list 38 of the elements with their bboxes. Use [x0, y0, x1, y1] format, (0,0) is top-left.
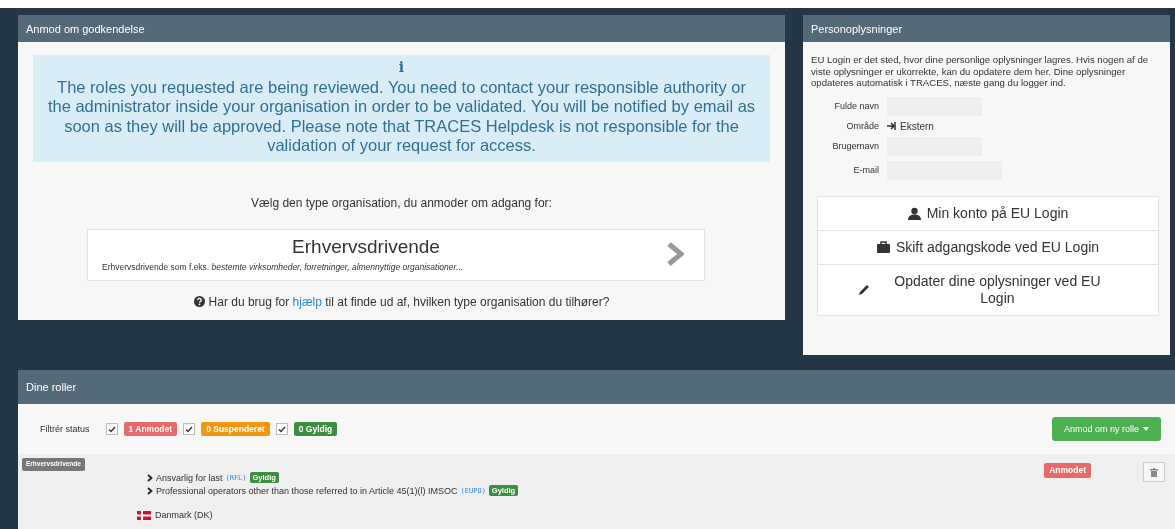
briefcase-icon	[876, 241, 890, 253]
delete-button[interactable]	[1143, 462, 1165, 482]
info-icon: i	[396, 58, 407, 78]
trash-icon	[1150, 467, 1158, 477]
help-text: Har du brug for hjælp til at finde ud af, hvilken type organisation du tilhører?	[208, 294, 610, 309]
help-link[interactable]: hjælp	[292, 294, 322, 309]
organisation-card[interactable]: Erhvervsdrivende Erhvervsdrivende som f.eks. bestemte virksomheder, forretninger, almennyttige organisationer...	[87, 228, 705, 281]
status-checkbox[interactable]	[275, 423, 288, 435]
filter-label: Filtrér status	[40, 424, 90, 434]
pencil-icon	[858, 283, 871, 296]
status-badge: 0 Gyldig	[293, 422, 338, 436]
user-icon	[907, 206, 921, 220]
prompt-text: Vælg den type organisation, du anmoder om adgang for:	[250, 195, 553, 210]
field-label: Brugernavn	[831, 141, 879, 151]
country-name: Danmark (DK)	[154, 510, 213, 520]
chevron-right-icon	[666, 241, 684, 266]
field-value: Ekstern	[887, 120, 1164, 132]
status-checkbox[interactable]	[183, 423, 196, 435]
caret-icon	[1143, 427, 1149, 431]
panel-title: Dine roller	[18, 370, 1175, 404]
status-badge: 1 Anmodet	[123, 422, 178, 436]
field-label: Område	[845, 121, 879, 131]
card-description: Erhvervsdrivende som f.eks. bestemte virksomheder, forretninger, almennyttige organisationer...	[101, 261, 464, 272]
flag-icon	[136, 510, 151, 520]
field-label: Fulde navn	[833, 101, 879, 111]
field-label: E-mail	[852, 165, 879, 175]
role-name: Professional operators other than those referred to in Article 45(1)(l) IMSOC	[155, 485, 458, 496]
status-badge: 0 Suspenderet	[201, 422, 270, 436]
card-title: Erhvervsdrivende	[292, 235, 440, 258]
role-name: Ansvarlig for last	[155, 472, 223, 483]
sign-in-icon	[887, 122, 897, 130]
intro-text: EU Login er det sted, hvor dine personlige oplysninger lagres. Hvis nogen af de viste oplysninger er ukorrekte, kan du opdatere dem her. Dine oplysninger opdateres automatisk i TRACES, næste gang du logger ind.	[811, 54, 1150, 89]
panel-title: Anmod om godkendelse	[18, 15, 785, 42]
panel-title: Personoplysninger	[803, 15, 1170, 42]
status-checkbox[interactable]	[105, 423, 118, 435]
status-badge: Anmodet	[1044, 463, 1091, 478]
help-icon	[193, 296, 205, 307]
info-text: The roles you requested are being reviewed. You need to contact your responsible authority or the administrator inside your organisation in order to be validated. You will be notified by email as soon as they will be approved. Please note that TRACES Helpdesk is not responsible for the validation of your request for access.	[46, 77, 757, 156]
